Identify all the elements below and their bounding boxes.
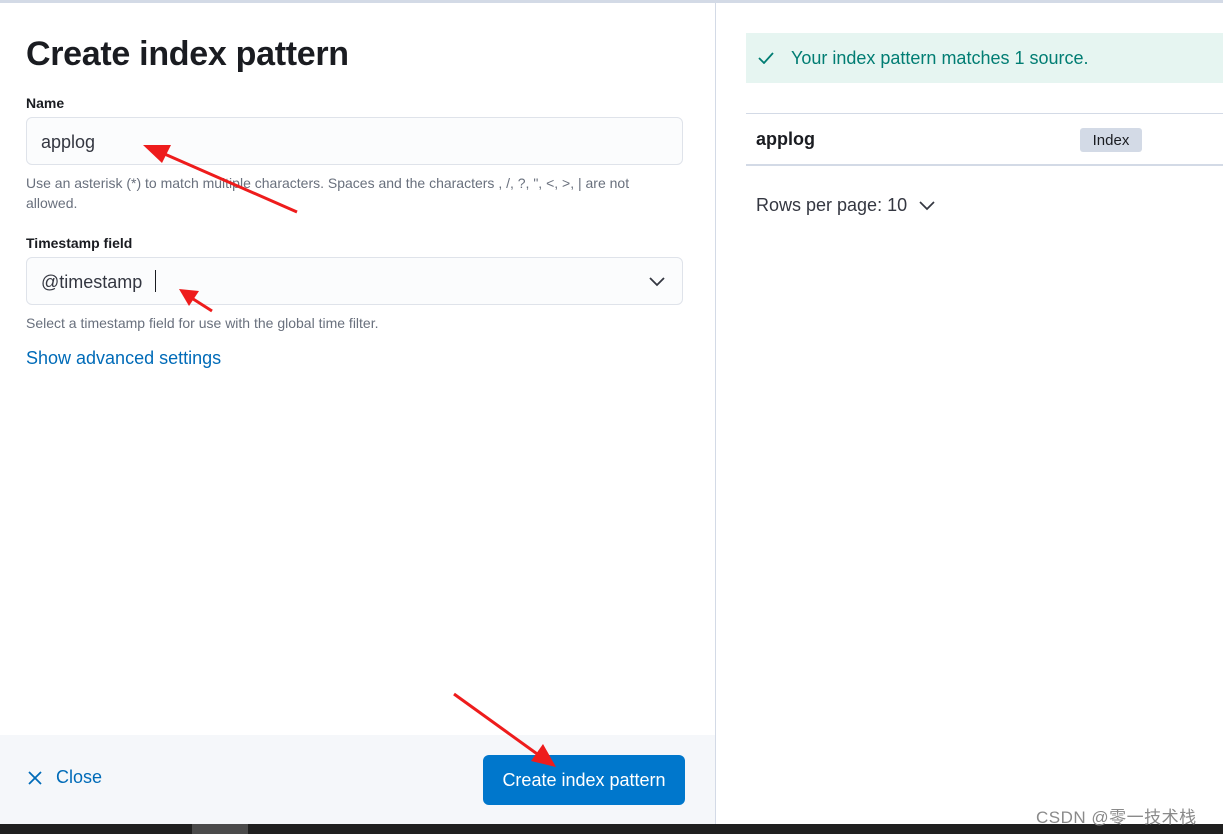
show-advanced-settings-link[interactable]: Show advanced settings: [26, 348, 221, 369]
timestamp-help-text: Select a timestamp field for use with th…: [26, 315, 379, 331]
watermark: CSDN @零一技术栈: [1036, 808, 1197, 827]
rows-per-page-selector[interactable]: Rows per page: 10: [756, 195, 935, 216]
name-label: Name: [26, 95, 65, 111]
text-caret: [155, 270, 156, 292]
name-input-value: applog: [41, 132, 96, 152]
page-title: Create index pattern: [26, 35, 349, 73]
table-row: applog Index: [746, 114, 1223, 164]
table-bottom-border: [746, 164, 1223, 166]
close-button[interactable]: Close: [26, 767, 102, 788]
create-index-pattern-button[interactable]: Create index pattern: [483, 755, 685, 805]
source-type-badge: Index: [1080, 128, 1142, 152]
name-help-text: Use an asterisk (*) to match multiple ch…: [26, 175, 630, 211]
timestamp-field-label: Timestamp field: [26, 235, 133, 251]
close-icon: [28, 770, 42, 785]
flyout-footer: Close Create index pattern: [0, 735, 715, 824]
source-name: applog: [756, 129, 815, 149]
chevron-down-icon: [919, 200, 935, 210]
scrollbar-thumb[interactable]: [192, 824, 248, 834]
matching-sources-panel: Your index pattern matches 1 source. app…: [716, 3, 1223, 824]
match-callout: Your index pattern matches 1 source.: [746, 33, 1223, 83]
check-icon: [758, 52, 774, 64]
match-callout-text: Your index pattern matches 1 source.: [791, 47, 1089, 68]
name-input[interactable]: applog: [26, 117, 683, 165]
close-button-label: Close: [56, 767, 103, 787]
timestamp-field-value: @timestamp: [41, 272, 143, 292]
create-index-pattern-form: Create index pattern Name applog Use an …: [0, 3, 715, 824]
timestamp-field-select[interactable]: @timestamp: [26, 257, 683, 305]
chevron-down-icon[interactable]: [648, 275, 666, 287]
rows-per-page-label: Rows per page: 10: [756, 195, 908, 215]
